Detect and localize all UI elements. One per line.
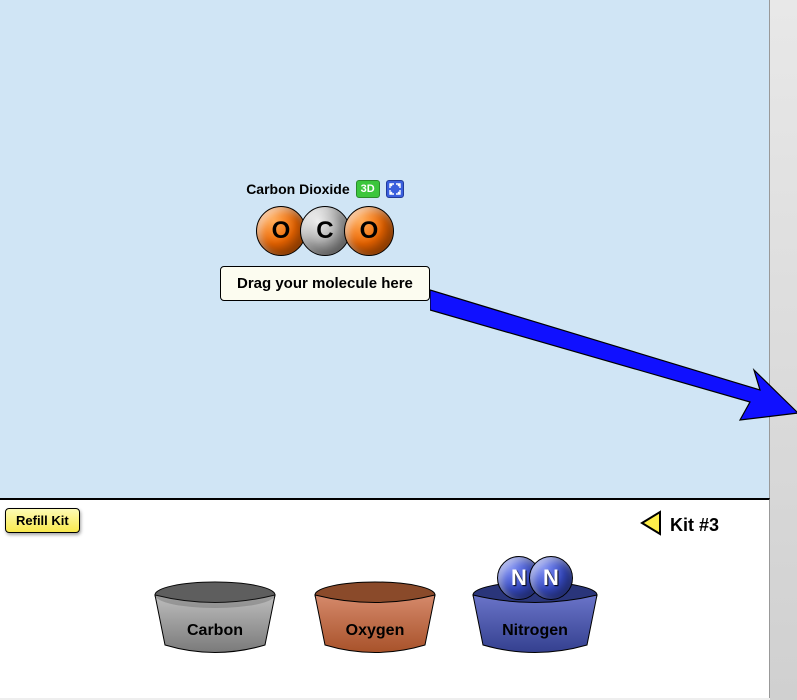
workspace-area[interactable]: Carbon Dioxide 3D O C O Drag your molecu… [0,0,770,498]
refill-kit-button[interactable]: Refill Kit [5,508,80,533]
bucket-label: Carbon [150,622,280,640]
molecule-atoms[interactable]: O C O [220,206,430,256]
expand-icon[interactable] [386,180,404,198]
view-3d-button[interactable]: 3D [356,180,380,198]
atom-oxygen[interactable]: O [256,206,306,256]
atom-buckets: Carbon Oxygen N N [150,580,600,660]
pointer-arrow [430,280,797,440]
drag-target-box[interactable]: Drag your molecule here [220,266,430,301]
bucket-oxygen[interactable]: Oxygen [310,580,440,660]
molecule-name: Carbon Dioxide [246,181,349,197]
atom-oxygen[interactable]: O [344,206,394,256]
bucket-nitrogen[interactable]: N N Nitrogen [470,580,600,660]
kit-label: Kit #3 [670,515,719,536]
bucket-label: Nitrogen [470,622,600,640]
kit-navigation: Kit #3 [640,510,719,541]
molecule-display: Carbon Dioxide 3D O C O Drag your molecu… [220,180,430,301]
kit-panel: Refill Kit Kit #3 Carbon [0,498,770,698]
bucket-label: Oxygen [310,622,440,640]
right-sidebar-strip [770,0,797,700]
atom-nitrogen[interactable]: N [529,556,573,600]
kit-prev-icon[interactable] [640,510,662,541]
atom-carbon[interactable]: C [300,206,350,256]
bucket-atoms-nitrogen[interactable]: N N [470,556,600,600]
bucket-carbon[interactable]: Carbon [150,580,280,660]
